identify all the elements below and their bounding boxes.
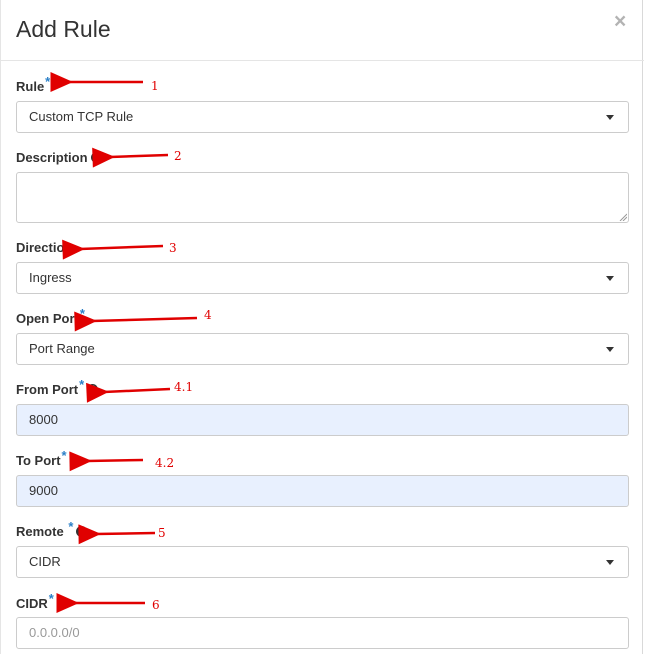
direction-select-value: Ingress <box>29 270 72 285</box>
to-port-input-value: 9000 <box>29 483 58 498</box>
close-icon[interactable]: × <box>614 10 626 34</box>
remote-label-text: Remote <box>16 524 64 539</box>
dialog-header: Add Rule × <box>1 0 644 61</box>
from-port-input[interactable]: 8000 <box>16 404 629 436</box>
caret-down-icon <box>606 560 614 565</box>
caret-down-icon <box>606 347 614 352</box>
required-marker: * <box>45 74 51 89</box>
question-circle-icon[interactable]: ? <box>76 526 88 538</box>
to-port-label-text: To Port <box>16 453 61 468</box>
remote-select[interactable]: CIDR <box>16 546 629 578</box>
cidr-input[interactable]: 0.0.0.0/0 <box>16 617 629 649</box>
annotation-number: 2 <box>174 149 182 163</box>
annotation-number: 4.2 <box>155 456 175 470</box>
annotation-number: 4 <box>204 308 212 322</box>
rule-label: Rule* <box>16 74 50 94</box>
question-circle-icon[interactable]: ? <box>56 598 68 610</box>
description-label: Description? <box>16 150 102 165</box>
add-rule-dialog: Add Rule × Rule* Custom TCP Rule Descrip… <box>0 0 644 654</box>
open-port-select[interactable]: Port Range <box>16 333 629 365</box>
remote-label: Remote *? <box>16 519 88 539</box>
annotation-number: 5 <box>158 526 166 540</box>
caret-down-icon <box>606 115 614 120</box>
required-marker: * <box>79 377 85 392</box>
required-marker: * <box>79 306 85 321</box>
to-port-input[interactable]: 9000 <box>16 475 629 507</box>
direction-label: Direction <box>16 240 72 255</box>
description-label-text: Description <box>16 150 88 165</box>
annotation-number: 6 <box>152 598 160 612</box>
rule-select[interactable]: Custom TCP Rule <box>16 101 629 133</box>
open-port-label-text: Open Port <box>16 311 79 326</box>
required-marker: * <box>61 448 67 463</box>
from-port-label-text: From Port <box>16 382 79 397</box>
cidr-label: CIDR*? <box>16 591 68 611</box>
from-port-input-value: 8000 <box>29 412 58 427</box>
question-circle-icon[interactable]: ? <box>69 455 81 467</box>
cidr-input-placeholder: 0.0.0.0/0 <box>29 625 80 640</box>
open-port-select-value: Port Range <box>29 341 95 356</box>
required-marker: * <box>68 519 74 534</box>
question-circle-icon[interactable]: ? <box>87 384 99 396</box>
direction-label-text: Direction <box>16 240 73 255</box>
resize-grip-icon[interactable] <box>619 213 627 221</box>
annotation-number: 3 <box>169 241 177 255</box>
question-circle-icon[interactable]: ? <box>90 152 102 164</box>
open-port-label: Open Port* <box>16 306 85 326</box>
from-port-label: From Port*? <box>16 377 99 397</box>
annotation-number: 4.1 <box>174 380 194 394</box>
to-port-label: To Port*? <box>16 448 81 468</box>
direction-select[interactable]: Ingress <box>16 262 629 294</box>
dialog-title: Add Rule <box>16 16 111 42</box>
remote-select-value: CIDR <box>29 554 61 569</box>
caret-down-icon <box>606 276 614 281</box>
required-marker: * <box>48 591 54 606</box>
description-textarea[interactable] <box>16 172 629 223</box>
rule-label-text: Rule <box>16 79 45 94</box>
annotation-number: 1 <box>151 79 159 93</box>
cidr-label-text: CIDR <box>16 596 48 611</box>
rule-select-value: Custom TCP Rule <box>29 109 134 124</box>
